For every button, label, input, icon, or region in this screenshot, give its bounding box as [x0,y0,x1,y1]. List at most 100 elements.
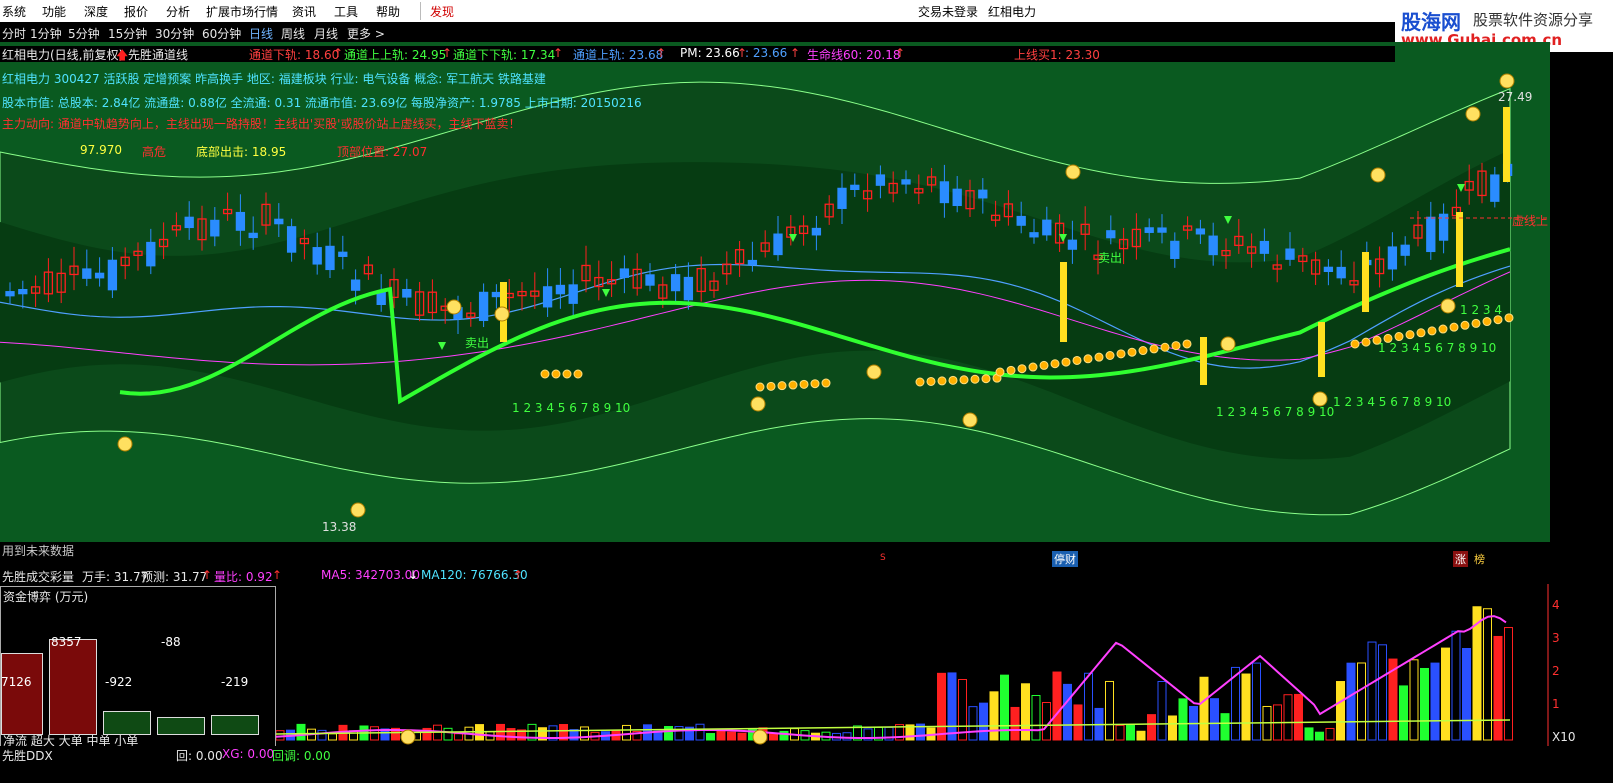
mark-list[interactable]: 榜 [1474,551,1485,567]
vol-axis-tick-3: 3 [1552,631,1560,645]
volume-bar [1168,715,1177,741]
candle-body [850,184,860,191]
ddx-huidiao: 回调: 0.00 [272,749,331,763]
trend-dot [1449,322,1459,332]
candle-body [312,247,322,265]
volume-bar [1052,671,1062,741]
volume-bar [1063,683,1072,741]
risk-value: 97.970 [80,143,122,157]
volume-bar [317,729,327,741]
low-price-label: 13.38 [322,520,357,534]
candle-body [1490,174,1500,202]
down-arrow-icon: ↓ [408,568,419,582]
period-15min[interactable]: 15分钟 [108,25,147,42]
trend-dot [995,367,1005,377]
volume-bar [1346,662,1356,741]
trend-dot [551,369,561,379]
candle-body [376,291,386,306]
volume-bar [979,702,988,741]
volume-bar [1357,662,1366,741]
menu-bar: 系统 功能 深度 报价 分析 扩展市场行情 资讯 工具 帮助 发现 交易未登录 … [0,0,1613,22]
candle-body [645,274,655,286]
period-5min[interactable]: 5分钟 [68,25,100,42]
menu-discover[interactable]: 发现 [430,3,454,20]
candle-body [325,245,335,271]
menu-help[interactable]: 帮助 [376,3,400,20]
candle-body [210,219,220,237]
menu-analysis[interactable]: 分析 [166,3,190,20]
period-tick[interactable]: 分时 [2,25,26,42]
candle-body [248,232,258,239]
menu-extended-market[interactable]: 扩展市场行情 [206,3,278,20]
volume-bar [664,726,673,741]
mark-stop-finance[interactable]: 停财 [1052,551,1078,567]
trend-dot [1072,355,1082,365]
volume-bar [1294,693,1303,741]
count-seq-4: 1 2 3 4 5 6 7 8 9 10 [1378,341,1497,355]
volume-bar [1430,662,1440,741]
volume-bar [1493,635,1503,741]
volume-bar [1252,662,1261,741]
period-60min[interactable]: 60分钟 [202,25,241,42]
capital-bar-small [211,715,259,735]
trade-login-status[interactable]: 交易未登录 [918,3,978,20]
volume-bar [1241,673,1251,741]
candle-body [670,274,681,292]
period-daily[interactable]: 日线 [249,25,273,42]
smiley-icon [1312,391,1328,407]
volume-indicator-name[interactable]: 先胜成交彩量 [2,568,74,585]
trend-dot [1017,364,1027,374]
volume-bar [1157,680,1167,741]
menu-quote[interactable]: 报价 [124,3,148,20]
period-30min[interactable]: 30分钟 [155,25,194,42]
candle-body [1285,248,1295,260]
trend-dot [1504,313,1514,323]
bottom-strike: 底部出击: 18.95 [196,145,287,159]
trend-dot [1105,351,1115,360]
top-position: 顶部位置: 27.07 [337,145,428,159]
smiley-icon [350,502,366,518]
period-more[interactable]: 更多 > [347,25,385,42]
volume-bar [706,733,715,741]
trend-dot [777,381,787,391]
volume-bar [968,706,978,741]
trend-dot [1394,332,1404,342]
smiley-icon [1220,336,1236,352]
smiley-icon [117,436,133,452]
candle-body [555,284,566,295]
volume-bar [989,691,999,741]
trend-dot [755,382,765,392]
indicator-name[interactable]: 先胜通道线 [128,46,188,63]
trend-dot [562,369,572,379]
period-1min[interactable]: 1分钟 [30,25,62,42]
menu-tools[interactable]: 工具 [334,3,358,20]
mark-s: S [880,553,886,563]
volume-bar [1084,672,1093,741]
menu-news[interactable]: 资讯 [292,3,316,20]
volume-hand: 万手: 31.77 [82,570,149,584]
capital-bar-net-label: 7126 [1,675,32,689]
candle-body [1336,266,1346,279]
volume-bar [958,678,967,741]
trend-dot [788,380,798,390]
menu-function[interactable]: 功能 [42,3,66,20]
volume-bar [506,728,516,741]
trend-dot [1127,347,1137,357]
trend-dot [1171,341,1181,351]
candle-body [146,241,156,267]
candle-body [939,181,950,204]
ddx-name[interactable]: 先胜DDX [2,747,53,764]
candle-body [837,187,847,209]
volume-bar [1199,676,1209,741]
volume-bar [1420,667,1429,741]
period-monthly[interactable]: 月线 [314,25,338,42]
mark-limit-up[interactable]: 涨 [1453,551,1468,567]
menu-system[interactable]: 系统 [2,3,26,20]
smiley-icon [750,396,766,412]
candle-body [491,291,502,298]
capital-bar-small-label: -219 [221,675,249,689]
period-weekly[interactable]: 周线 [281,25,305,42]
candle-body [773,233,783,256]
candle-body [1157,227,1167,233]
menu-depth[interactable]: 深度 [84,3,108,20]
